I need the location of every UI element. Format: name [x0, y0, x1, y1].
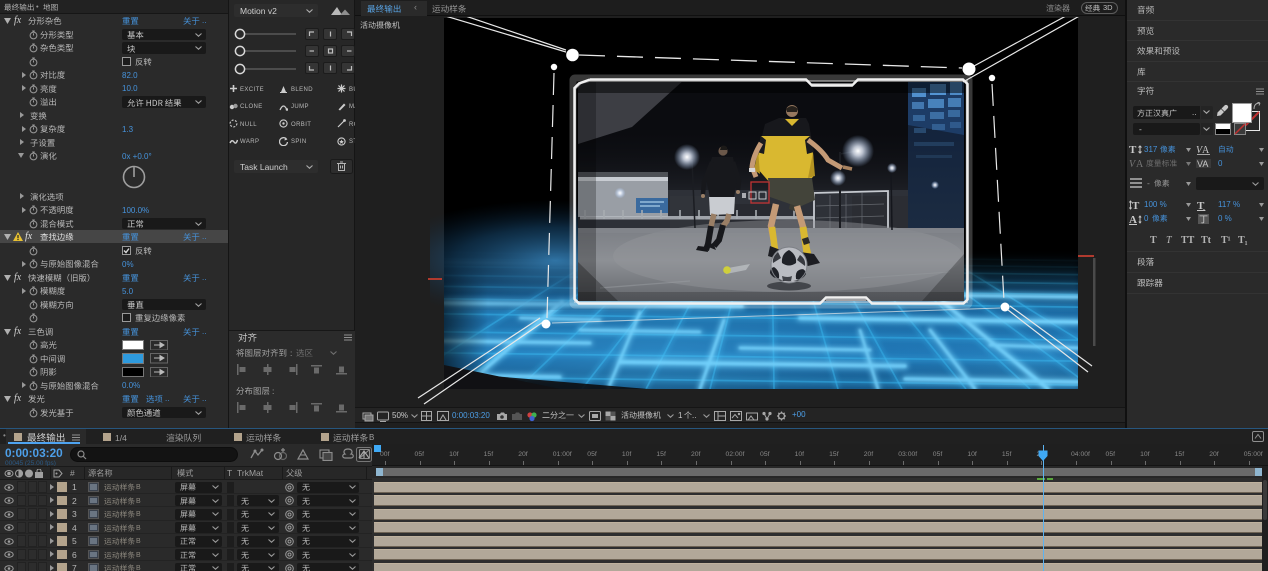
svg-text:T: T [1132, 200, 1140, 211]
svg-text:A: A [1129, 214, 1137, 225]
svg-text:T: T [1129, 144, 1137, 155]
svg-text:A: A [1136, 159, 1144, 169]
svg-text:VA: VA [1197, 159, 1208, 169]
svg-text:丁: 丁 [1199, 215, 1208, 225]
svg-text:A: A [1202, 145, 1210, 155]
